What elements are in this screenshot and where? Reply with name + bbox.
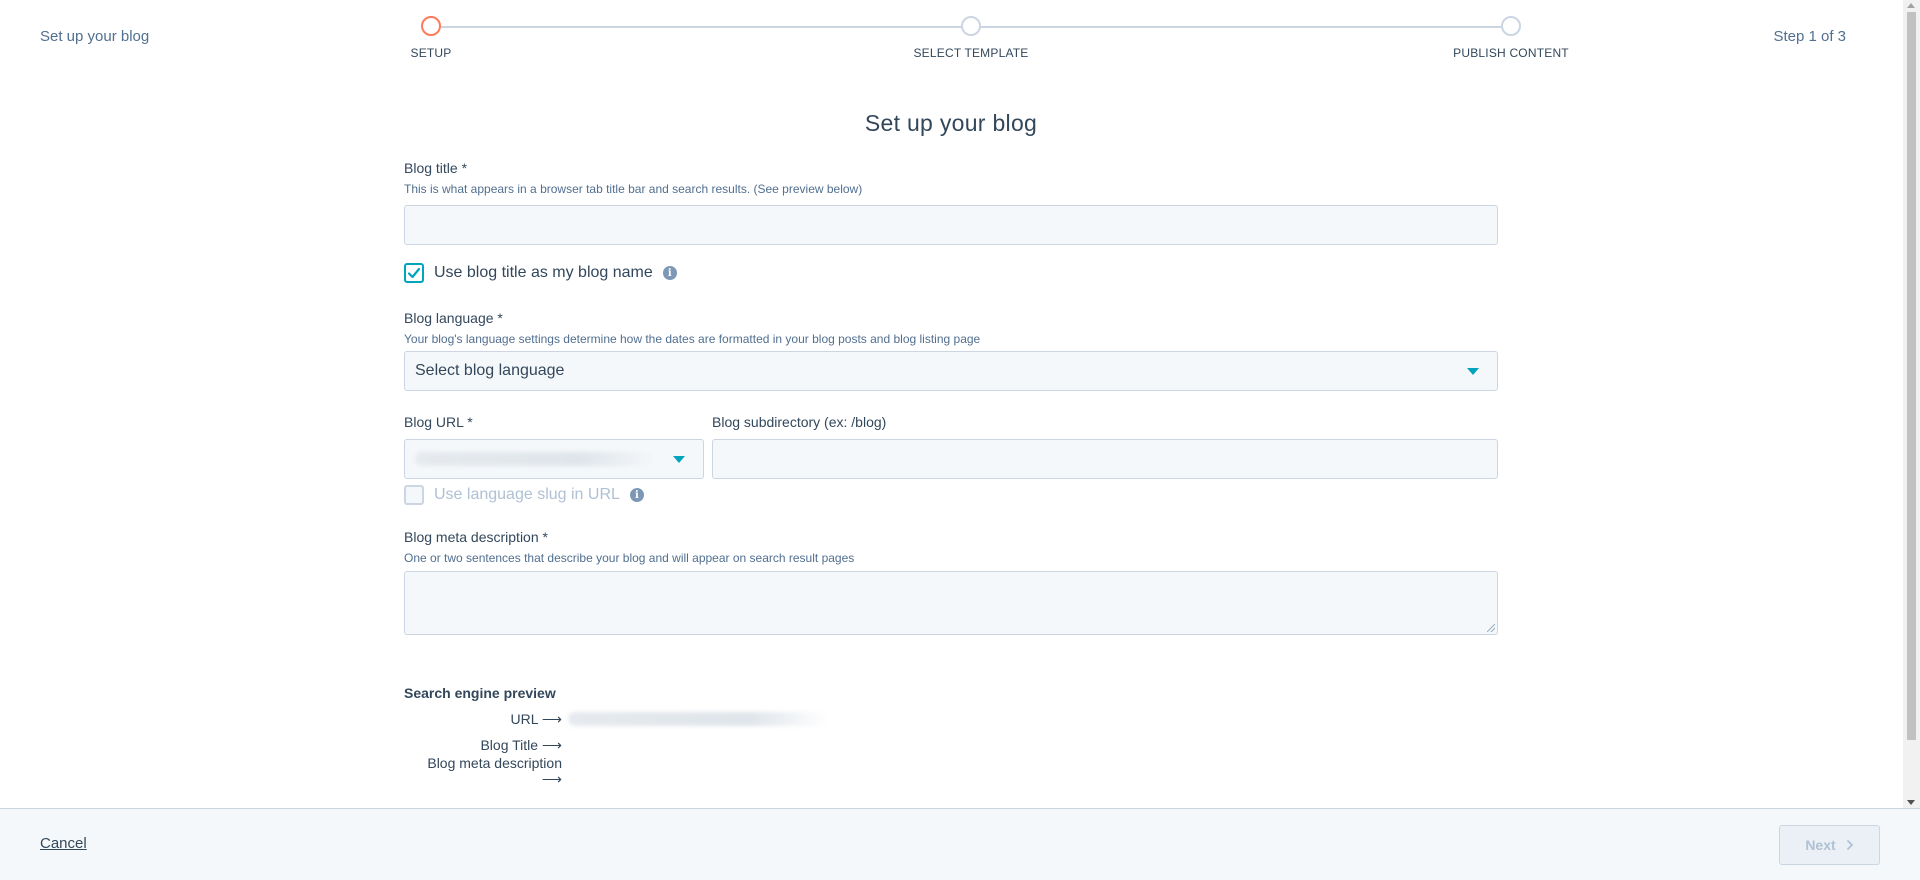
step-publish-content-label: PUBLISH CONTENT: [1453, 46, 1569, 60]
language-slug-checkbox[interactable]: [404, 485, 424, 505]
preview-row-url: URL ⟶: [404, 706, 1498, 732]
search-engine-preview: Search engine preview URL ⟶ Blog Title ⟶…: [404, 685, 1498, 787]
blog-url-select[interactable]: [404, 439, 704, 479]
preview-key-url: URL ⟶: [510, 710, 562, 727]
next-button-label: Next: [1805, 837, 1836, 853]
preview-key-blog-title: Blog Title ⟶: [480, 736, 562, 753]
blog-subdirectory-label: Blog subdirectory (ex: /blog): [712, 414, 887, 430]
blog-subdirectory-input[interactable]: [712, 439, 1498, 479]
vertical-scrollbar[interactable]: [1903, 0, 1920, 808]
page-title: Set up your blog: [864, 110, 1038, 136]
blog-title-label: Blog title *: [404, 160, 468, 176]
wizard-footer: Cancel Next: [0, 808, 1920, 880]
checkmark-icon: [407, 267, 421, 279]
use-title-as-name-label: Use blog title as my blog name: [434, 264, 653, 281]
blog-language-group: Blog language * Your blog's language set…: [404, 310, 1498, 391]
preview-rows: URL ⟶ Blog Title ⟶ Blog meta description…: [404, 706, 1498, 787]
blog-language-label: Blog language *: [404, 310, 503, 326]
language-slug-label: Use language slug in URL: [434, 486, 620, 503]
chevron-down-icon: [1467, 368, 1479, 375]
step-setup-label: SETUP: [410, 46, 452, 60]
blog-subdirectory-group: Blog subdirectory (ex: /blog): [712, 414, 1498, 479]
blog-title-group: Blog title * This is what appears in a b…: [404, 160, 1498, 245]
step-setup: SETUP: [331, 16, 531, 60]
blog-title-help: This is what appears in a browser tab ti…: [404, 182, 863, 196]
meta-description-textarea[interactable]: [404, 571, 1498, 635]
blog-url-row: Blog URL * Blog subdirectory (ex: /blog): [404, 414, 1498, 479]
meta-description-help: One or two sentences that describe your …: [404, 551, 855, 565]
meta-description-label: Blog meta description *: [404, 529, 548, 545]
blog-url-label: Blog URL *: [404, 414, 473, 430]
meta-description-group: Blog meta description * One or two sente…: [404, 529, 1498, 635]
use-title-as-name-checkbox[interactable]: [404, 263, 424, 283]
blog-url-value-redacted: [415, 452, 655, 466]
step-setup-dot: [421, 16, 441, 36]
wizard-header: Set up your blog SETUP SELECT TEMPLATE P…: [0, 0, 1902, 80]
preview-row-blog-title: Blog Title ⟶: [404, 732, 1498, 758]
step-select-template-dot: [961, 16, 981, 36]
preview-url-value-redacted: [568, 712, 828, 726]
step-publish-content: PUBLISH CONTENT: [1411, 16, 1611, 60]
step-select-template-label: SELECT TEMPLATE: [913, 46, 1029, 60]
chevron-right-icon: [1846, 840, 1853, 850]
chevron-down-icon: [673, 456, 685, 463]
blog-language-help: Your blog's language settings determine …: [404, 332, 981, 346]
blog-url-group: Blog URL *: [404, 414, 704, 479]
next-button[interactable]: Next: [1779, 825, 1880, 865]
resize-grip-icon[interactable]: [1487, 624, 1495, 632]
info-icon[interactable]: i: [662, 266, 677, 280]
blog-language-placeholder: Select blog language: [415, 362, 565, 379]
wizard-title: Set up your blog: [40, 28, 150, 45]
language-slug-row: Use language slug in URL i: [404, 485, 1498, 505]
scroll-thumb[interactable]: [1907, 12, 1916, 740]
step-publish-content-dot: [1501, 16, 1521, 36]
blog-setup-form: Set up your blog Blog title * This is wh…: [404, 110, 1498, 787]
scroll-up-icon[interactable]: [1907, 3, 1915, 8]
preview-row-meta-description: Blog meta description ⟶: [404, 755, 1498, 787]
info-icon[interactable]: i: [629, 488, 644, 502]
blog-title-input[interactable]: [404, 205, 1498, 245]
preview-title: Search engine preview: [404, 685, 556, 701]
preview-key-meta-description: Blog meta description ⟶: [427, 754, 562, 787]
scroll-down-icon[interactable]: [1907, 800, 1915, 805]
cancel-link[interactable]: Cancel: [40, 835, 87, 852]
step-indicator: Step 1 of 3: [1773, 28, 1846, 45]
blog-language-select[interactable]: Select blog language: [404, 351, 1498, 391]
use-title-as-name-row: Use blog title as my blog name i: [404, 263, 1498, 283]
step-select-template: SELECT TEMPLATE: [871, 16, 1071, 60]
